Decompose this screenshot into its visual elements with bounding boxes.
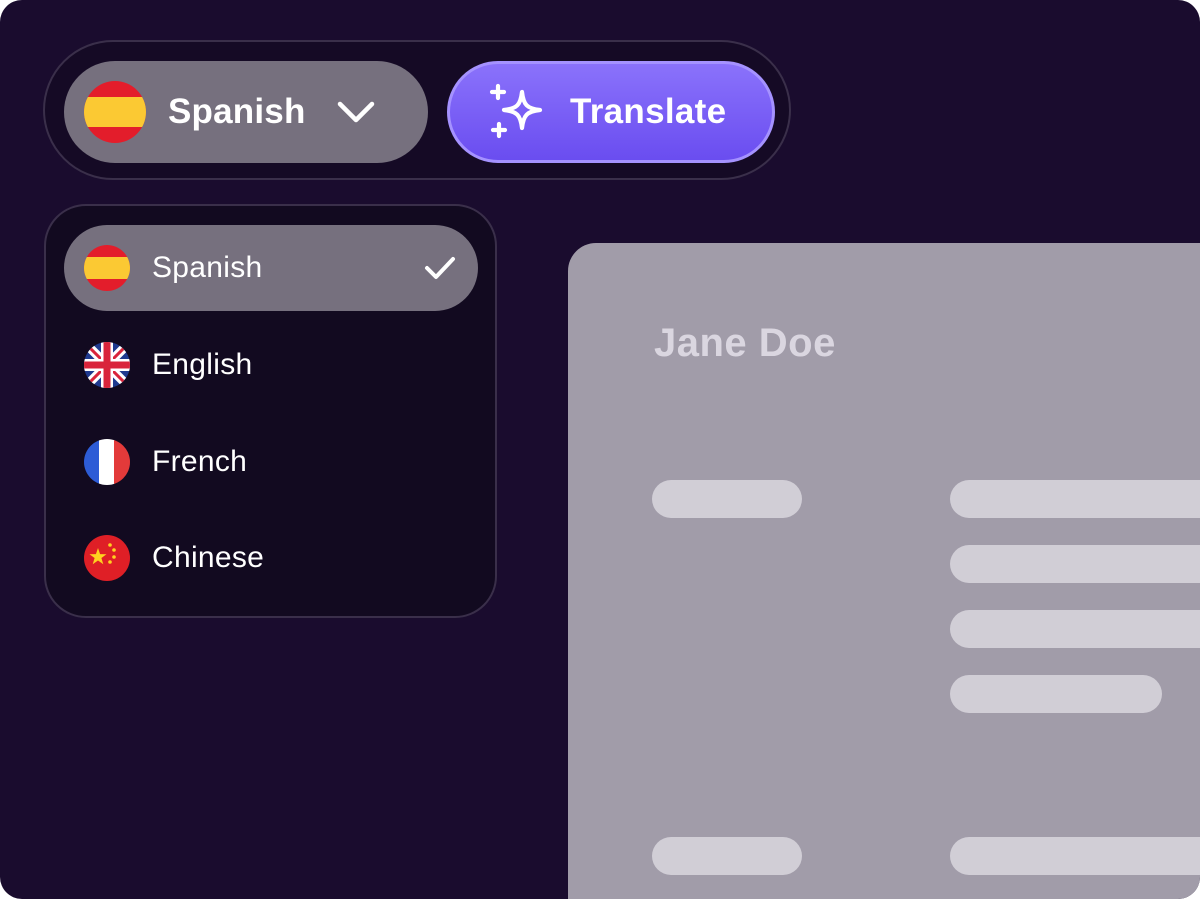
- document-title: Jane Doe: [654, 321, 836, 365]
- spain-flag-icon: [84, 245, 130, 291]
- app-window: Spanish Translate Spanish English French…: [0, 0, 1200, 899]
- language-select[interactable]: Spanish: [64, 61, 428, 163]
- china-flag-icon: [84, 535, 130, 581]
- language-option-label: English: [152, 348, 253, 381]
- document-preview: Jane Doe: [568, 243, 1200, 899]
- language-option-spanish[interactable]: Spanish: [64, 225, 478, 311]
- placeholder-line: [652, 837, 802, 875]
- placeholder-line: [950, 480, 1200, 518]
- placeholder-line: [950, 675, 1162, 713]
- language-dropdown: Spanish English French Chinese: [44, 204, 497, 618]
- language-option-english[interactable]: English: [64, 322, 478, 408]
- language-option-label: French: [152, 445, 248, 478]
- sparkle-icon: [489, 83, 543, 139]
- spain-flag-icon: [84, 81, 146, 143]
- chevron-down-icon: [337, 101, 375, 123]
- translate-button[interactable]: Translate: [447, 61, 775, 163]
- translate-label: Translate: [570, 92, 727, 131]
- placeholder-line: [652, 480, 802, 518]
- language-option-label: Chinese: [152, 541, 265, 574]
- uk-flag-icon: [84, 342, 130, 388]
- language-option-label: Spanish: [152, 251, 263, 284]
- language-option-french[interactable]: French: [64, 419, 478, 505]
- toolbar: Spanish Translate: [43, 40, 791, 180]
- france-flag-icon: [84, 439, 130, 485]
- language-option-chinese[interactable]: Chinese: [64, 515, 478, 601]
- selected-language-label: Spanish: [168, 92, 306, 131]
- placeholder-line: [950, 610, 1200, 648]
- placeholder-line: [950, 837, 1200, 875]
- placeholder-line: [950, 545, 1200, 583]
- check-icon: [425, 257, 455, 279]
